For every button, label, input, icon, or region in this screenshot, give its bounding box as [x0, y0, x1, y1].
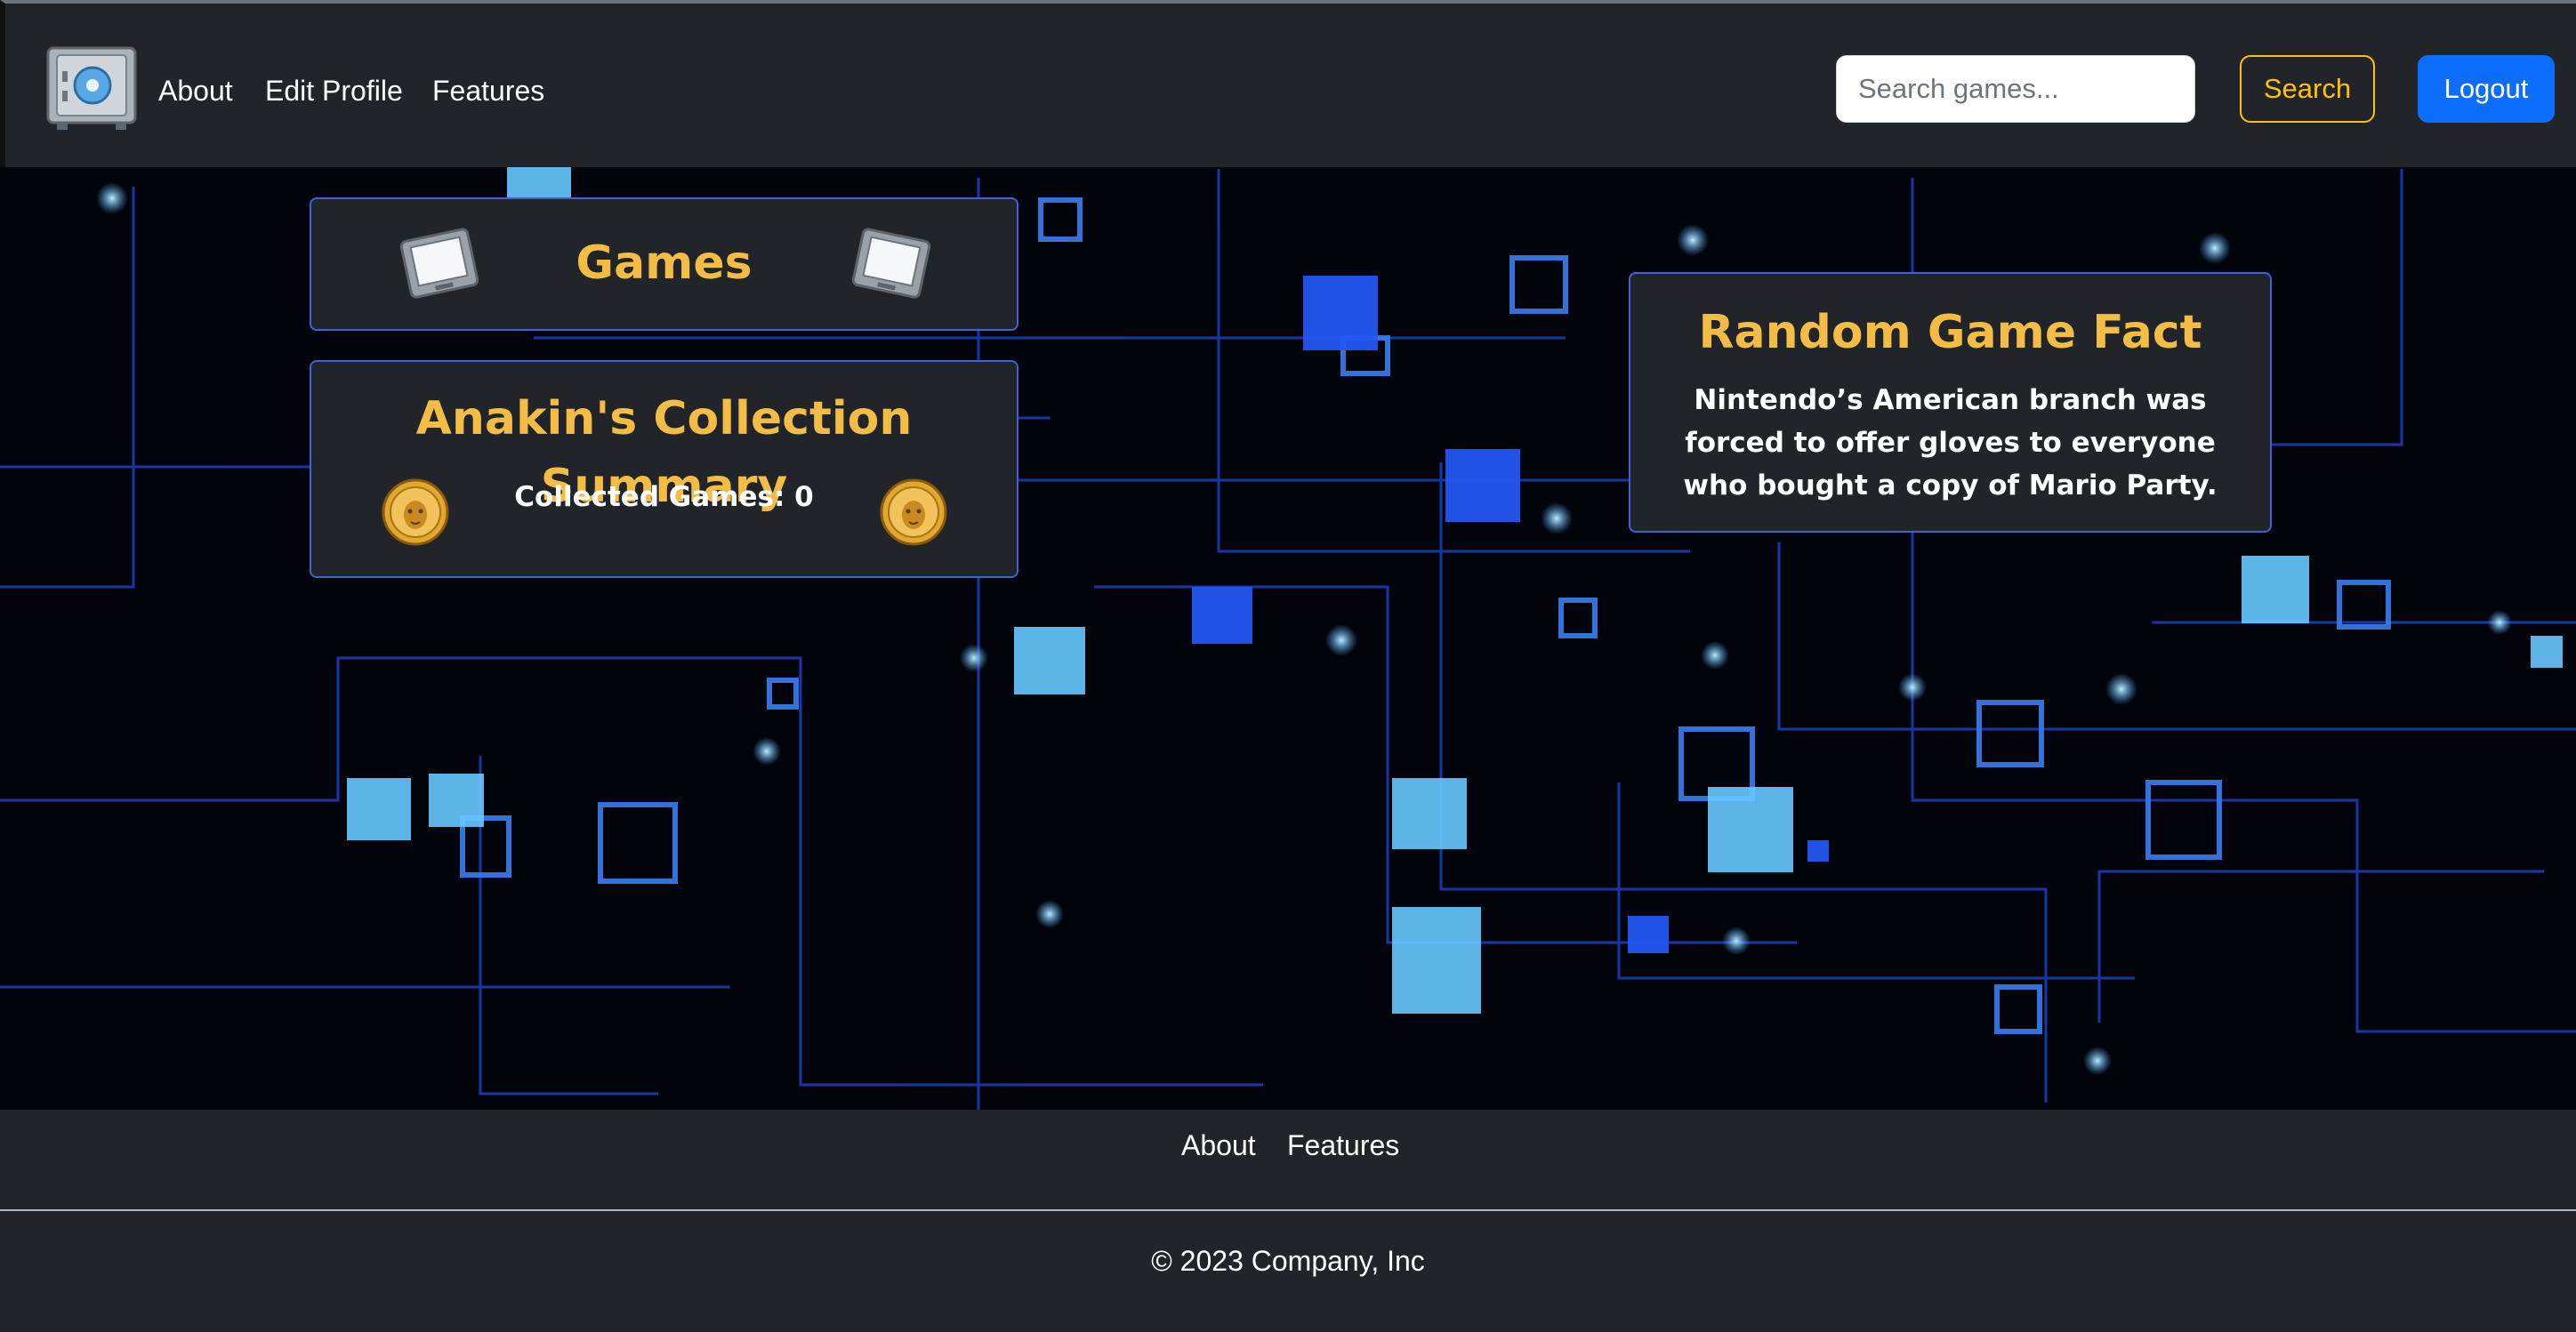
nav-edit-profile-link[interactable]: Edit Profile	[265, 69, 403, 112]
random-game-fact-text: Nintendo’s American branch was forced to…	[1683, 384, 2218, 502]
random-game-fact-title: Random Game Fact	[1698, 306, 2202, 359]
lion-coin-icon	[879, 477, 948, 551]
logout-button[interactable]: Logout	[2418, 55, 2555, 123]
nav-about-link[interactable]: About	[158, 69, 233, 112]
copyright-text: © 2023 Company, Inc	[1151, 1245, 1425, 1277]
footer-features-link[interactable]: Features	[1287, 1127, 1399, 1163]
footer-about-link[interactable]: About	[1181, 1127, 1256, 1163]
search-button[interactable]: Search	[2240, 55, 2375, 123]
footer-divider	[0, 1209, 2576, 1211]
safe-vault-icon[interactable]	[44, 44, 139, 133]
game-cartridge-icon	[849, 226, 934, 305]
footer: About Features © 2023 Company, Inc	[0, 1110, 2576, 1332]
top-navbar: About Edit Profile Features Search Logou…	[0, 0, 2576, 167]
nav-features-link[interactable]: Features	[432, 69, 544, 112]
games-panel[interactable]: Games	[310, 197, 1018, 331]
random-game-fact-panel: Random Game Fact Nintendo’s American bra…	[1629, 272, 2272, 533]
collection-summary-panel: Anakin's Collection Summary Collected Ga…	[310, 360, 1018, 578]
search-input[interactable]	[1836, 55, 2195, 123]
